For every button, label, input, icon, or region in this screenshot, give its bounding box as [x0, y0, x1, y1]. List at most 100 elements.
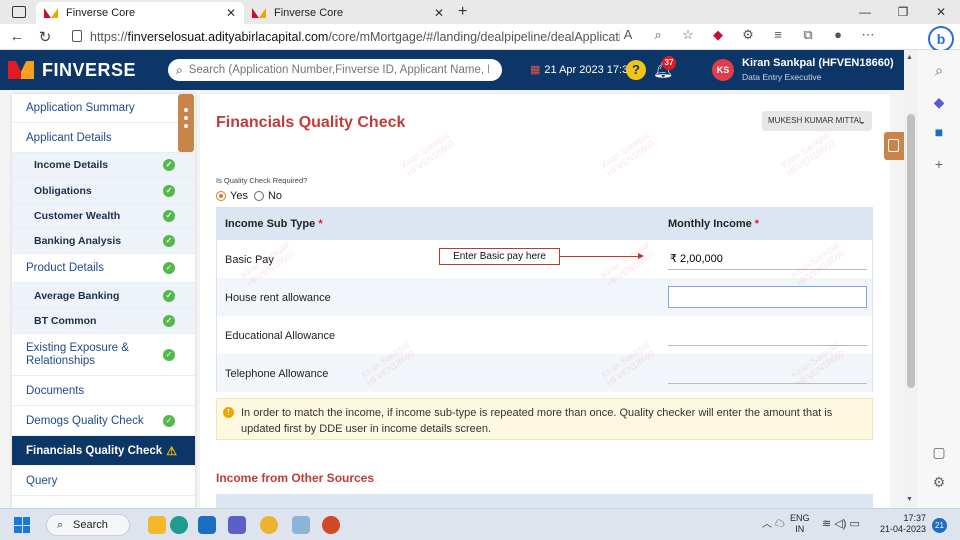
- dropdown-value: MUKESH KUMAR MITTAL: [768, 116, 864, 125]
- radio-yes[interactable]: [216, 191, 226, 201]
- nav-demogs-quality-check[interactable]: Demogs Quality Check ✓: [12, 406, 195, 436]
- page-scrollbar[interactable]: ▲ ▼: [904, 50, 918, 508]
- header-datetime: ▦ 21 Apr 2023 17:37: [530, 63, 634, 76]
- zoom-icon[interactable]: ⌕: [650, 27, 666, 43]
- profile-icon[interactable]: ●: [830, 27, 846, 43]
- lock-icon[interactable]: [72, 30, 82, 42]
- tray-overflow-icon[interactable]: ︿ ☁: [762, 515, 785, 530]
- educational-allowance-input[interactable]: [668, 324, 867, 346]
- nav-financials-quality-check[interactable]: Financials Quality Check ⚠: [12, 436, 195, 466]
- restore-icon[interactable]: ❐: [884, 0, 922, 24]
- close-window-icon[interactable]: ✕: [922, 0, 960, 24]
- table-row: Educational Allowance: [217, 316, 872, 354]
- nav-label: BT Common: [34, 315, 97, 327]
- outlook-icon[interactable]: [198, 516, 216, 534]
- scrollbar-thumb[interactable]: [907, 114, 915, 388]
- nav-income-details[interactable]: Income Details ✓: [12, 153, 195, 178]
- sidebar-add-icon[interactable]: +: [929, 156, 949, 176]
- check-icon: ✓: [163, 262, 175, 274]
- browser-tab-2[interactable]: Finverse Core ✕: [244, 2, 452, 24]
- shield-extension-icon[interactable]: ◆: [710, 27, 726, 43]
- nav-obligations[interactable]: Obligations ✓: [12, 178, 195, 204]
- edge-icon[interactable]: [170, 516, 188, 534]
- nav-label: Customer Wealth: [34, 210, 121, 222]
- nav-banking-analysis[interactable]: Banking Analysis ✓: [12, 229, 195, 254]
- bing-chat-icon[interactable]: b: [928, 26, 954, 52]
- teams-icon[interactable]: [228, 516, 246, 534]
- nav-label: Obligations: [34, 184, 92, 197]
- info-icon: !: [223, 407, 234, 418]
- nav-existing-exposure[interactable]: Existing Exposure & Relationships ✓: [12, 334, 195, 376]
- nav-label: Query: [26, 474, 58, 487]
- telephone-allowance-input[interactable]: [668, 362, 867, 384]
- address-bar-actions: A ⌕ ☆ ◆ ⚙ ≡ ⧉ ● ⋯: [620, 27, 876, 43]
- finverse-logo-icon: [8, 61, 34, 79]
- search-input[interactable]: [188, 64, 489, 76]
- sidebar-search-icon[interactable]: ⌕: [929, 62, 949, 82]
- language-indicator[interactable]: ENG IN: [790, 513, 810, 535]
- nav-query[interactable]: Query: [12, 466, 195, 496]
- global-search[interactable]: ⌕: [168, 59, 502, 81]
- sidebar-copilot-icon[interactable]: ◆: [929, 94, 949, 114]
- edge-sidebar: ⌕ ◆ ■ + ▢ ⚙: [916, 50, 960, 508]
- chrome-icon[interactable]: [260, 516, 278, 534]
- windows-start-icon[interactable]: [14, 517, 30, 533]
- taskbar-clock[interactable]: 17:37 21-04-2023: [872, 513, 926, 535]
- favorites-list-icon[interactable]: ≡: [770, 27, 786, 43]
- tab-actions-icon[interactable]: [12, 6, 26, 18]
- url-field[interactable]: https://finverselosuat.adityabirlacapita…: [90, 27, 620, 47]
- powerpoint-icon[interactable]: [322, 516, 340, 534]
- close-tab-icon[interactable]: ✕: [226, 6, 236, 20]
- minimize-icon[interactable]: —: [846, 0, 884, 24]
- basic-pay-input[interactable]: [668, 248, 867, 270]
- nav-applicant-details[interactable]: Applicant Details: [12, 123, 195, 153]
- close-tab-icon[interactable]: ✕: [434, 6, 444, 20]
- favorite-star-icon[interactable]: ☆: [680, 27, 696, 43]
- refresh-icon[interactable]: ↻: [34, 28, 56, 46]
- nav-product-details[interactable]: Product Details ✓: [12, 254, 195, 283]
- more-menu-icon[interactable]: ⋯: [860, 27, 876, 43]
- sidebar-panel-icon[interactable]: ▢: [929, 444, 949, 464]
- document-viewer-tab[interactable]: [884, 132, 904, 160]
- sidebar-outlook-icon[interactable]: ■: [929, 124, 949, 144]
- sidebar-settings-icon[interactable]: ⚙: [929, 474, 949, 494]
- datetime-text: 21 Apr 2023 17:37: [544, 64, 635, 76]
- clock-time: 17:37: [903, 513, 926, 523]
- nav-collapse-handle[interactable]: [178, 94, 194, 152]
- nav-customer-wealth[interactable]: Customer Wealth ✓: [12, 204, 195, 229]
- assigned-user-dropdown[interactable]: MUKESH KUMAR MITTAL ⌄: [762, 111, 872, 131]
- collections-icon[interactable]: ⧉: [800, 27, 816, 43]
- avatar[interactable]: KS: [712, 59, 734, 81]
- radio-yes-label[interactable]: Yes: [230, 190, 248, 202]
- read-aloud-icon[interactable]: A: [620, 27, 636, 43]
- network-volume-battery-icon[interactable]: ≋ ◁) ▭: [822, 517, 860, 530]
- required-mark: *: [754, 218, 760, 230]
- scroll-up-icon[interactable]: ▲: [906, 54, 913, 61]
- income-subtype-label: Basic Pay: [225, 254, 274, 266]
- window-controls: — ❐ ✕: [846, 0, 960, 24]
- house-rent-allowance-input[interactable]: [668, 286, 867, 308]
- radio-no[interactable]: [253, 191, 264, 201]
- notification-count-badge[interactable]: 21: [932, 518, 947, 533]
- brand-name: FINVERSE: [42, 60, 137, 80]
- nav-label: Product Details: [26, 262, 104, 274]
- dot-icon: [184, 116, 188, 120]
- new-tab-icon[interactable]: +: [458, 3, 467, 21]
- browser-tab-1[interactable]: Finverse Core ✕: [36, 2, 244, 24]
- nav-application-summary[interactable]: Application Summary: [12, 94, 195, 123]
- nav-bt-common[interactable]: BT Common ✓: [12, 309, 195, 334]
- nav-documents[interactable]: Documents: [12, 376, 195, 406]
- help-icon[interactable]: ?: [626, 60, 646, 80]
- extensions-icon[interactable]: ⚙: [740, 27, 756, 43]
- nav-label: Financials Quality Check: [26, 444, 163, 457]
- app-icon[interactable]: [292, 516, 310, 534]
- nav-average-banking[interactable]: Average Banking ✓: [12, 283, 195, 309]
- url-path: /core/mMortgage/#/landing/dealpipeline/d…: [328, 30, 620, 44]
- scroll-down-icon[interactable]: ▼: [906, 496, 913, 503]
- annotation-arrow: [560, 253, 644, 259]
- taskbar-search[interactable]: ⌕ Search: [46, 514, 130, 536]
- file-explorer-icon[interactable]: [148, 516, 166, 534]
- radio-no-label[interactable]: No: [268, 190, 282, 202]
- nav-label: Demogs Quality Check: [26, 414, 144, 427]
- back-icon[interactable]: ←: [6, 28, 28, 45]
